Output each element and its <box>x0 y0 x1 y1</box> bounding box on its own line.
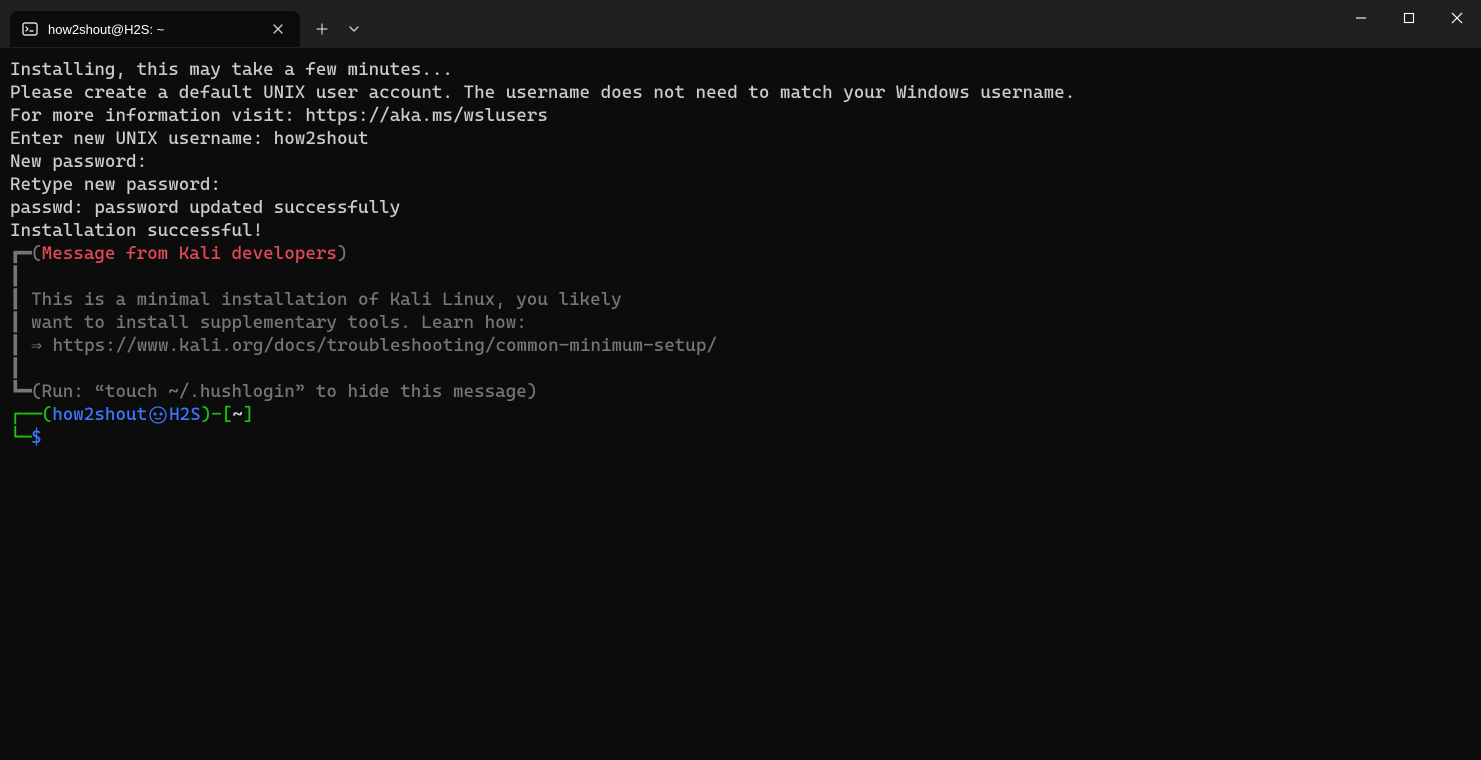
kali-message-line: ┃ want to install supplementary tools. L… <box>10 311 1471 334</box>
terminal-line: Installation successful! <box>10 219 1471 242</box>
close-button[interactable] <box>1433 0 1481 36</box>
box-pipe: ┃ <box>10 265 1471 288</box>
prompt-line-2: └─$ <box>10 426 1471 449</box>
kali-footer-text: Run: “touch ~/.hushlogin” to hide this m… <box>42 381 527 402</box>
terminal-line: passwd: password updated successfully <box>10 196 1471 219</box>
tab-close-button[interactable] <box>268 19 288 39</box>
terminal-line: Please create a default UNIX user accoun… <box>10 81 1471 104</box>
prompt-paren: ( <box>42 404 53 425</box>
terminal-output[interactable]: Installing, this may take a few minutes.… <box>0 48 1481 760</box>
maximize-button[interactable] <box>1385 0 1433 36</box>
new-tab-button[interactable] <box>304 11 340 47</box>
terminal-line: Enter new UNIX username: how2shout <box>10 127 1471 150</box>
prompt-corner: └─ <box>10 427 31 448</box>
prompt-line-1: ┌──(how2shout H2S)-[~] <box>10 403 1471 426</box>
box-paren: ) <box>527 381 538 402</box>
kali-skull-icon <box>147 404 169 425</box>
box-pipe: ┃ <box>10 357 1471 380</box>
box-corner: ┗━( <box>10 381 42 402</box>
terminal-line: Retype new password: <box>10 173 1471 196</box>
tab-dropdown-button[interactable] <box>340 11 368 47</box>
titlebar: how2shout@H2S: ~ <box>0 0 1481 48</box>
tab-area: how2shout@H2S: ~ <box>0 0 368 48</box>
prompt-dash: - <box>211 404 222 425</box>
kali-header-text: Message from Kali developers <box>42 243 337 264</box>
prompt-bracket: [ <box>222 404 233 425</box>
prompt-user: how2shout <box>52 404 147 425</box>
prompt-paren: ) <box>201 404 212 425</box>
prompt-host: H2S <box>169 404 201 425</box>
terminal-icon <box>22 21 38 37</box>
window-controls <box>1337 0 1481 36</box>
tab-title: how2shout@H2S: ~ <box>48 22 258 37</box>
terminal-line: Installing, this may take a few minutes.… <box>10 58 1471 81</box>
kali-message-line: ┃ ⇒ https://www.kali.org/docs/troublesho… <box>10 334 1471 357</box>
prompt-bracket: ] <box>243 404 254 425</box>
prompt-corner: ┌── <box>10 404 42 425</box>
terminal-line: For more information visit: https://aka.… <box>10 104 1471 127</box>
prompt-symbol: $ <box>31 427 42 448</box>
minimize-button[interactable] <box>1337 0 1385 36</box>
terminal-tab[interactable]: how2shout@H2S: ~ <box>10 11 300 47</box>
kali-message-line: ┃ This is a minimal installation of Kali… <box>10 288 1471 311</box>
kali-message-footer: ┗━(Run: “touch ~/.hushlogin” to hide thi… <box>10 380 1471 403</box>
prompt-path: ~ <box>232 404 243 425</box>
terminal-line: New password: <box>10 150 1471 173</box>
box-corner: ┏━( <box>10 243 42 264</box>
kali-message-header: ┏━(Message from Kali developers) <box>10 242 1471 265</box>
box-paren: ) <box>337 243 348 264</box>
